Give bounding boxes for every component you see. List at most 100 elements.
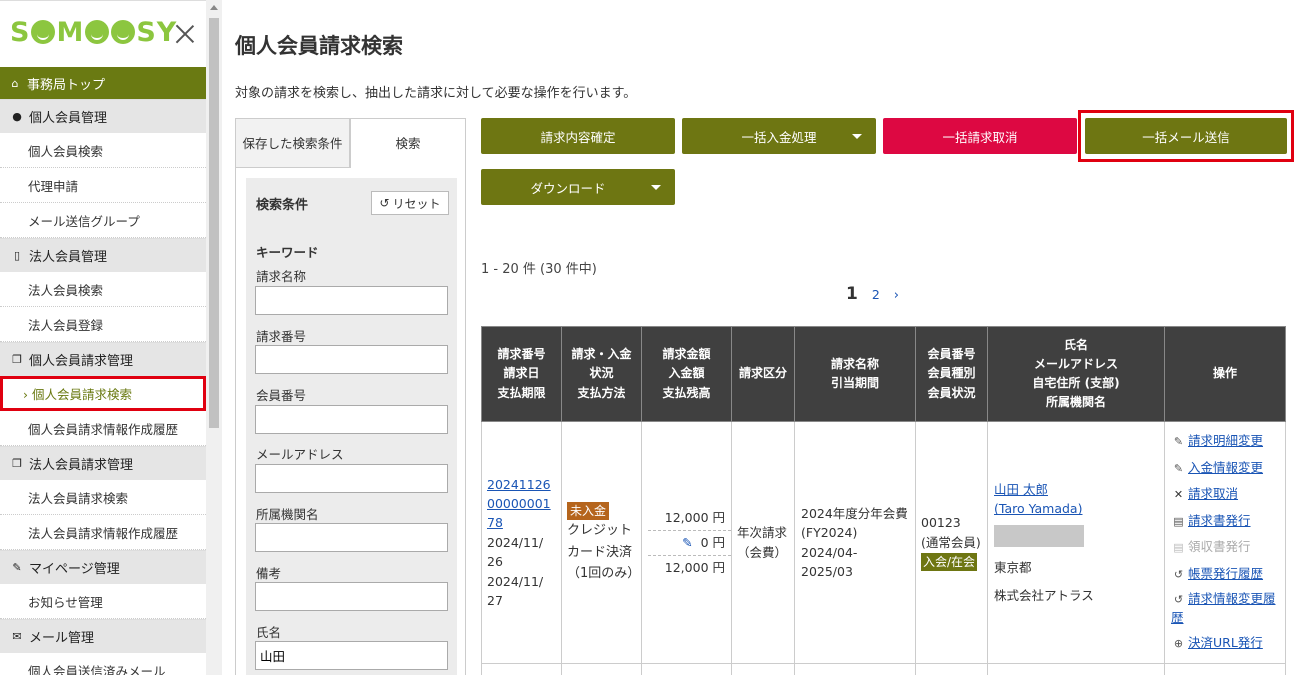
bulk-cancel-button[interactable]: 一括請求取消 [883, 118, 1077, 154]
member-name-link[interactable]: 山田 太郎 (Taro Yamada) [994, 482, 1082, 516]
org-input[interactable] [255, 523, 448, 552]
note-label: 備考 [256, 566, 282, 581]
scroll-thumb[interactable] [209, 18, 219, 428]
op-cancel-bill[interactable]: ✕ 請求取消 [1171, 481, 1279, 508]
table-row: 20241126 00000001 78 2024/11/26 2024/11/27… [481, 421, 1286, 664]
op-label[interactable]: 請求情報変更履歴 [1171, 591, 1276, 625]
header-line: メールアドレス [1033, 356, 1118, 371]
bill-number-input[interactable] [255, 345, 448, 374]
sidebar-group-individual-billing[interactable]: ❐ 個人会員請求管理 [0, 342, 206, 376]
bulk-payment-button[interactable]: 一括入金処理 [682, 118, 876, 154]
header-line: 請求番号 [497, 347, 546, 362]
op-label[interactable]: 請求取消 [1188, 486, 1238, 501]
paid-amount[interactable]: ✎ 0 円 [648, 531, 731, 556]
sidebar-item-notice[interactable]: お知らせ管理 [0, 584, 206, 619]
next-page-icon[interactable]: › [894, 288, 899, 303]
sidebar-group-mypage[interactable]: ✎ マイページ管理 [0, 550, 206, 584]
sidebar-group-corporate-member[interactable]: ▯ 法人会員管理 [0, 238, 206, 272]
sidebar-item-mail-group[interactable]: メール送信グループ [0, 203, 206, 238]
header-bill-number[interactable]: 請求番号 請求日 支払期限 [481, 326, 562, 422]
tab-saved-conditions[interactable]: 保存した検索条件 [235, 118, 350, 168]
op-bill-change-history[interactable]: ↺ 請求情報変更履歴 [1171, 587, 1279, 630]
unpaid-badge: 未入金 [567, 502, 610, 521]
op-label[interactable]: 入金情報変更 [1188, 460, 1263, 475]
redacted-email [994, 524, 1084, 547]
note-input[interactable] [255, 582, 448, 611]
sidebar-item-label: メール送信グループ [28, 213, 140, 229]
cell-member: 00123 (通常会員) 入会/在会 [915, 421, 988, 664]
sidebar-group-label: 法人会員請求管理 [29, 458, 134, 473]
pencil-icon: ✎ [12, 561, 22, 574]
header-line: 請求区分 [738, 366, 787, 381]
sidebar-item-corporate-search[interactable]: 法人会員検索 [0, 272, 206, 307]
member-number-input[interactable] [255, 405, 448, 434]
pagination: 1 2 › [846, 284, 899, 304]
member-name-en: (Taro Yamada) [994, 501, 1083, 517]
edit-pencil-icon[interactable]: ✎ [682, 535, 692, 550]
header-bill-name[interactable]: 請求名称 引当期間 [794, 326, 916, 422]
bill-date: 26 [487, 554, 503, 570]
confirm-bill-button[interactable]: 請求内容確定 [481, 118, 675, 154]
bill-name-input[interactable] [255, 286, 448, 315]
header-member[interactable]: 会員番号 会員種別 会員状況 [915, 326, 988, 422]
header-name[interactable]: 氏名 メールアドレス 自宅住所 (支部) 所属機関名 [987, 326, 1165, 422]
sidebar-group-mail[interactable]: ✉ メール管理 [0, 619, 206, 653]
sidebar-item-sent-mail[interactable]: 個人会員送信済みメール [0, 653, 206, 675]
sidebar-item-label: 個人会員検索 [28, 143, 104, 159]
sidebar-scrollbar[interactable] [206, 0, 222, 675]
caret-down-icon [852, 134, 862, 139]
document-icon: ▤ [1173, 541, 1184, 555]
button-label: ダウンロード [530, 180, 606, 196]
sidebar-item-individual-search[interactable]: 個人会員検索 [0, 133, 206, 168]
name-input[interactable] [255, 641, 448, 670]
member-type: (通常会員) [921, 534, 981, 550]
bill-number-label: 請求番号 [256, 329, 307, 344]
op-edit-bill-detail[interactable]: ✎ 請求明細変更 [1171, 428, 1279, 455]
email-input[interactable] [255, 464, 448, 493]
page-description: 対象の請求を検索し、抽出した請求に対して必要な操作を行います。 [235, 86, 637, 101]
bill-number-link[interactable]: 20241126 00000001 78 [487, 477, 551, 531]
bill-name: 2024年度分年会費(FY2024) [801, 505, 908, 541]
sidebar-group-corporate-billing[interactable]: ❐ 法人会員請求管理 [0, 446, 206, 480]
document-icon: ▤ [1173, 514, 1184, 528]
result-count: 1 - 20 件 (30 件中) [481, 262, 597, 277]
sidebar-item-corporate-register[interactable]: 法人会員登録 [0, 307, 206, 342]
sidebar-item-corporate-billing-search[interactable]: 法人会員請求検索 [0, 480, 206, 515]
op-issue-payment-url[interactable]: ⊕ 決済URL発行 [1171, 630, 1279, 657]
sidebar-item-individual-billing-history[interactable]: 個人会員請求情報作成履歴 [0, 411, 206, 446]
header-status[interactable]: 請求・入金 状況 支払方法 [561, 326, 642, 422]
op-label[interactable]: 決済URL発行 [1188, 635, 1263, 650]
header-line: 請求金額 [662, 347, 711, 362]
op-label[interactable]: 請求書発行 [1188, 513, 1251, 528]
sidebar-item-proxy-application[interactable]: 代理申請 [0, 168, 206, 203]
home-address: 東京都 [994, 560, 1032, 576]
name-label: 氏名 [256, 625, 282, 640]
caret-down-icon [651, 185, 661, 190]
download-button[interactable]: ダウンロード [481, 169, 675, 205]
reset-button[interactable]: ↺ リセット [371, 191, 449, 215]
op-issue-invoice[interactable]: ▤ 請求書発行 [1171, 508, 1279, 535]
header-operations: 操作 [1164, 326, 1286, 422]
header-line: 入金額 [668, 366, 705, 381]
sidebar-item-individual-billing-search[interactable]: › 個人会員請求検索 [0, 376, 206, 411]
header-category[interactable]: 請求区分 [731, 326, 795, 422]
sidebar-group-individual-member[interactable]: ● 個人会員管理 [0, 99, 206, 133]
scroll-up-icon[interactable] [210, 5, 218, 10]
op-form-history[interactable]: ↺ 帳票発行履歴 [1171, 561, 1279, 588]
sidebar-item-office-top[interactable]: ⌂ 事務局トップ [0, 67, 206, 99]
sidebar-item-corporate-billing-history[interactable]: 法人会員請求情報作成履歴 [0, 515, 206, 550]
page-2-link[interactable]: 2 [872, 287, 880, 302]
header-amount[interactable]: 請求金額 入金額 支払残高 [641, 326, 732, 422]
header-line: 会員状況 [927, 385, 976, 400]
op-edit-payment-info[interactable]: ✎ 入金情報変更 [1171, 455, 1279, 482]
smoosy-logo[interactable]: S M SY [10, 17, 177, 48]
x-icon: ✕ [1173, 488, 1184, 502]
result-table: 請求番号 請求日 支払期限 請求・入金 状況 支払方法 請求金額 入金額 支払残高 請求区分… [481, 326, 1286, 675]
op-label[interactable]: 帳票発行履歴 [1188, 566, 1263, 581]
balance-amount: 12,000 円 [664, 559, 725, 575]
tab-search[interactable]: 検索 [350, 118, 466, 168]
op-label[interactable]: 請求明細変更 [1188, 433, 1263, 448]
header-line: 会員番号 [927, 347, 976, 362]
close-sidebar-button[interactable] [174, 23, 196, 45]
sidebar-group-label: 個人会員請求管理 [29, 354, 134, 369]
